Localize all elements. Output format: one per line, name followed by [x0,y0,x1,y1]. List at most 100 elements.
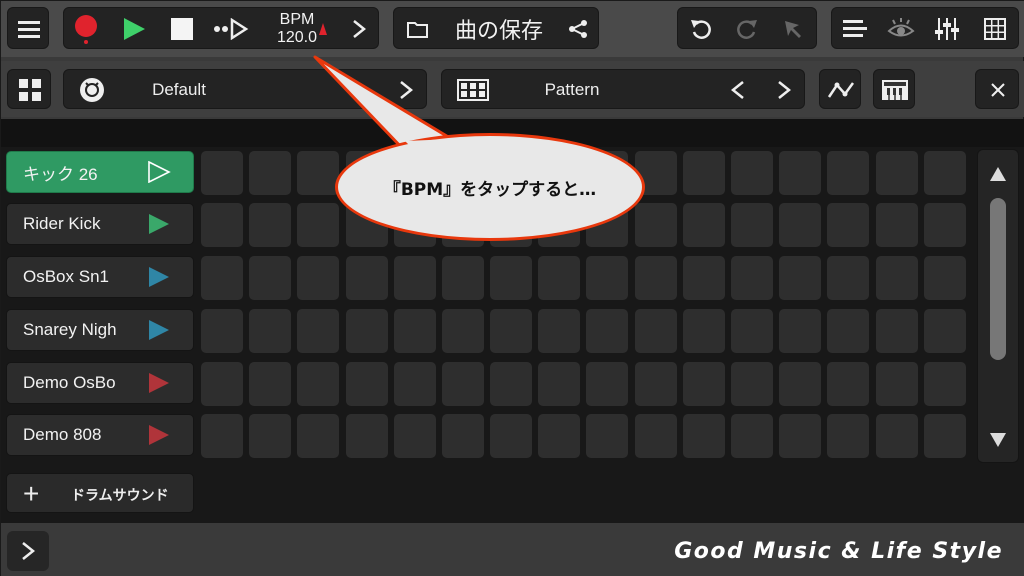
step-cell[interactable] [201,151,243,195]
step-cell[interactable] [731,256,773,300]
track-item[interactable]: Rider Kick [6,203,194,245]
step-cell[interactable] [586,256,628,300]
share-button[interactable] [558,8,598,50]
step-cell[interactable] [586,309,628,353]
step-cell[interactable] [249,151,291,195]
step-cell[interactable] [731,414,773,458]
step-cell[interactable] [876,309,918,353]
track-play-icon[interactable] [147,161,171,183]
track-item[interactable]: キック 26 [6,151,194,193]
redo-button[interactable] [726,8,768,50]
step-cell[interactable] [876,151,918,195]
step-cell[interactable] [924,362,966,406]
step-cell[interactable] [827,256,869,300]
step-cell[interactable] [442,256,484,300]
step-cell[interactable] [442,414,484,458]
step-cell[interactable] [635,203,677,247]
step-cell[interactable] [249,309,291,353]
track-item[interactable]: Demo 808 [6,414,194,456]
grid-button[interactable] [974,8,1016,50]
step-cell[interactable] [394,362,436,406]
step-cell[interactable] [779,414,821,458]
step-cell[interactable] [876,362,918,406]
step-cell[interactable] [201,414,243,458]
kit-next-button[interactable] [390,70,422,110]
keyboard-button[interactable] [873,69,915,109]
pattern-prev-button[interactable] [722,70,754,110]
view-toggle-button[interactable] [880,8,922,50]
step-cell[interactable] [683,309,725,353]
step-cell[interactable] [394,414,436,458]
step-cell[interactable] [876,203,918,247]
step-cell[interactable] [538,414,580,458]
step-cell[interactable] [201,362,243,406]
step-cell[interactable] [297,414,339,458]
step-cell[interactable] [731,362,773,406]
undo-button[interactable] [680,8,722,50]
track-item[interactable]: Snarey Nigh [6,309,194,351]
vertical-scrollbar[interactable] [977,149,1019,463]
step-cell[interactable] [924,203,966,247]
step-cell[interactable] [249,414,291,458]
arrange-button[interactable] [834,8,876,50]
step-cell[interactable] [827,362,869,406]
track-play-icon[interactable] [147,319,171,341]
step-cell[interactable] [827,151,869,195]
step-cell[interactable] [346,309,388,353]
save-song-button[interactable]: 曲の保存 [444,8,554,50]
track-play-icon[interactable] [147,424,171,446]
expand-button[interactable] [7,531,49,571]
step-cell[interactable] [297,151,339,195]
step-cell[interactable] [297,256,339,300]
track-play-icon[interactable] [147,213,171,235]
step-cell[interactable] [635,256,677,300]
step-cell[interactable] [827,309,869,353]
stop-button[interactable] [162,8,202,50]
step-cell[interactable] [394,309,436,353]
step-cell[interactable] [249,256,291,300]
step-cell[interactable] [635,362,677,406]
step-cell[interactable] [635,309,677,353]
step-cell[interactable] [586,414,628,458]
pattern-next-button[interactable] [768,70,800,110]
step-cell[interactable] [924,414,966,458]
mixer-button[interactable] [926,8,968,50]
step-cell[interactable] [297,203,339,247]
track-play-icon[interactable] [147,372,171,394]
open-song-button[interactable] [398,8,438,50]
step-cell[interactable] [924,256,966,300]
step-cell[interactable] [876,256,918,300]
step-cell[interactable] [827,203,869,247]
step-cell[interactable] [249,362,291,406]
step-cell[interactable] [683,151,725,195]
step-cell[interactable] [683,362,725,406]
add-drum-sound-button[interactable]: + ドラムサウンド [6,473,194,513]
arrow-up-icon[interactable] [989,166,1007,182]
step-cell[interactable] [924,309,966,353]
step-cell[interactable] [779,256,821,300]
step-cell[interactable] [297,362,339,406]
step-cell[interactable] [779,362,821,406]
step-cell[interactable] [924,151,966,195]
step-cell[interactable] [490,414,532,458]
track-item[interactable]: Demo OsBo [6,362,194,404]
step-cell[interactable] [538,362,580,406]
step-cell[interactable] [346,362,388,406]
play-button[interactable] [114,8,154,50]
step-cell[interactable] [731,151,773,195]
close-button[interactable] [975,69,1019,109]
step-cell[interactable] [297,309,339,353]
step-cell[interactable] [490,309,532,353]
step-cell[interactable] [201,203,243,247]
step-cell[interactable] [779,309,821,353]
step-cell[interactable] [346,414,388,458]
kit-selector[interactable]: Default [63,69,427,109]
step-cell[interactable] [538,309,580,353]
step-cell[interactable] [683,203,725,247]
step-cell[interactable] [201,256,243,300]
scroll-thumb[interactable] [990,198,1006,360]
step-cell[interactable] [876,414,918,458]
step-cell[interactable] [731,203,773,247]
step-cell[interactable] [442,362,484,406]
step-cell[interactable] [490,362,532,406]
